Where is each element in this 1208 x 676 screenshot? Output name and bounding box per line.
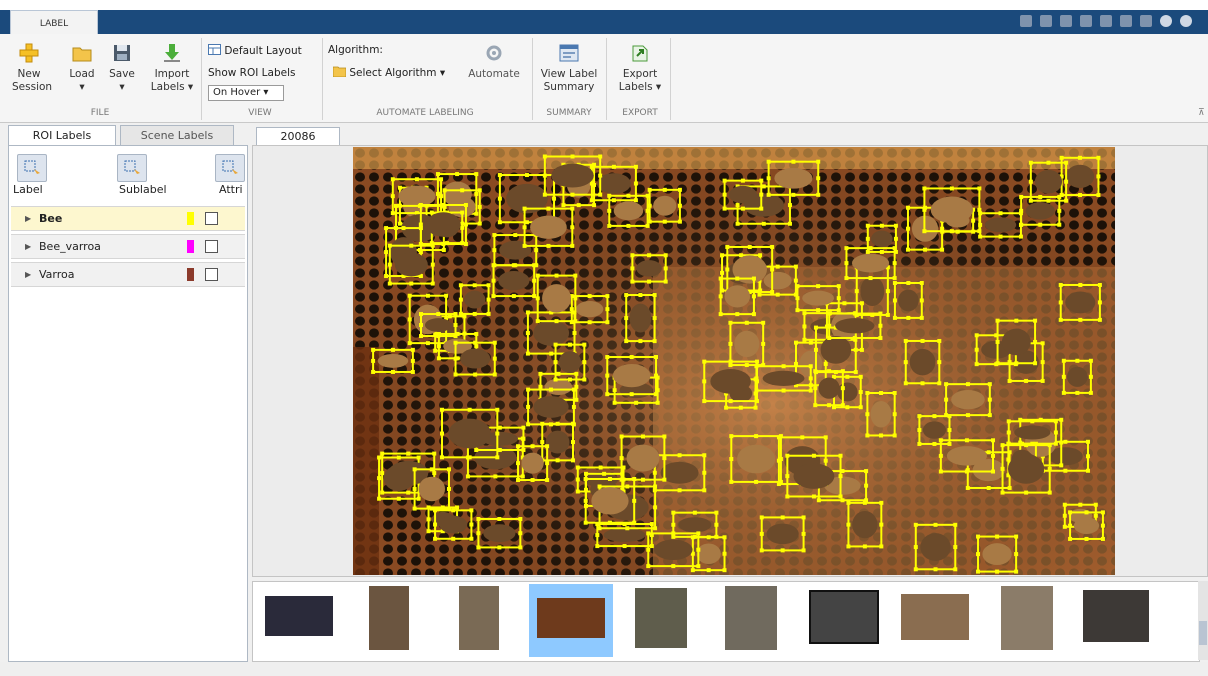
quick-access-switch-icon[interactable]	[1140, 15, 1152, 27]
export-icon	[632, 45, 648, 62]
labeled-image[interactable]	[353, 147, 1115, 575]
add-sublabel-button[interactable]	[117, 154, 147, 182]
select-algorithm-dropdown[interactable]: Select Algorithm ▾	[332, 66, 445, 79]
label-icon	[24, 160, 40, 174]
plus-icon	[19, 43, 39, 63]
label-name: Varroa	[39, 268, 75, 281]
divider	[606, 38, 607, 120]
section-file: FILE	[90, 108, 110, 118]
label-name: Bee	[39, 212, 63, 225]
default-layout-button[interactable]: Default Layout	[208, 44, 302, 57]
thumbnail[interactable]	[725, 586, 777, 650]
divider	[670, 38, 671, 120]
thumbnail[interactable]	[1083, 590, 1149, 642]
show-roi-labels-label: Show ROI Labels	[208, 67, 296, 79]
label-row[interactable]: ▶ Bee_varroa	[11, 234, 245, 259]
import-labels-button[interactable]: Import Labels ▾	[150, 42, 194, 94]
folder-icon	[72, 47, 92, 62]
divider	[201, 38, 202, 120]
filmstrip	[252, 581, 1200, 662]
thumbnail[interactable]	[809, 590, 879, 644]
quick-access-save-icon[interactable]	[1020, 15, 1032, 27]
expand-triangle-icon[interactable]: ▶	[25, 263, 31, 286]
quick-access-undo-icon[interactable]	[1100, 15, 1112, 27]
sublabel-icon	[124, 160, 140, 174]
tab-label[interactable]: LABEL	[10, 10, 98, 37]
automate-button[interactable]: Automate	[466, 42, 522, 81]
new-session-button[interactable]: New Session	[12, 42, 52, 94]
label-checkbox[interactable]	[205, 212, 218, 225]
automate-gear-icon	[486, 45, 502, 61]
add-label-button[interactable]	[17, 154, 47, 182]
title-bar: LABEL	[0, 0, 1208, 37]
expand-triangle-icon[interactable]: ▶	[25, 235, 31, 258]
status-bar	[0, 662, 1208, 676]
thumbnail[interactable]	[1001, 586, 1053, 650]
filmstrip-scrollbar[interactable]	[1198, 581, 1208, 660]
section-export: EXPORT	[622, 108, 658, 118]
disk-icon	[114, 45, 130, 61]
thumbnail[interactable]	[265, 596, 333, 636]
section-summary: SUMMARY	[546, 108, 592, 118]
left-panel-tabs: ROI Labels Scene Labels	[8, 125, 245, 146]
label-name: Bee_varroa	[39, 240, 101, 253]
tab-scene-labels[interactable]: Scene Labels	[120, 125, 234, 146]
settings-icon[interactable]	[1180, 15, 1192, 27]
label-checkbox[interactable]	[205, 240, 218, 253]
summary-window-icon	[559, 44, 579, 62]
layout-icon	[208, 44, 221, 55]
quick-access-cut-icon[interactable]	[1040, 15, 1052, 27]
toolstrip: New Session Load ▾ Save ▾ Import Labels …	[0, 34, 1208, 123]
sublabel-button-caption: Sublabel	[119, 183, 167, 196]
section-automate-labeling: AUTOMATE LABELING	[376, 108, 474, 118]
collapse-toolstrip-icon[interactable]: ⊼	[1198, 108, 1205, 118]
thumbnail[interactable]	[901, 594, 969, 640]
export-labels-button[interactable]: Export Labels ▾	[614, 42, 666, 94]
expand-triangle-icon[interactable]: ▶	[25, 207, 31, 230]
label-color-swatch	[187, 268, 194, 281]
scrollbar-thumb[interactable]	[1199, 621, 1207, 645]
save-button[interactable]: Save ▾	[108, 42, 136, 94]
attribute-button-caption: Attri	[219, 183, 243, 196]
add-attribute-button[interactable]	[215, 154, 245, 182]
attribute-icon	[222, 160, 238, 174]
divider	[532, 38, 533, 120]
quick-access-redo-icon[interactable]	[1120, 15, 1132, 27]
label-row[interactable]: ▶ Bee	[11, 206, 245, 231]
view-label-summary-button[interactable]: View Label Summary	[536, 42, 602, 94]
label-row[interactable]: ▶ Varroa	[11, 262, 245, 287]
section-view: VIEW	[248, 108, 272, 118]
label-checkbox[interactable]	[205, 268, 218, 281]
label-button-caption: Label	[13, 183, 43, 196]
tab-roi-labels[interactable]: ROI Labels	[8, 125, 116, 146]
thumbnail[interactable]	[537, 598, 605, 638]
divider	[322, 38, 323, 120]
thumbnail[interactable]	[459, 586, 499, 650]
label-color-swatch	[187, 212, 194, 225]
help-icon[interactable]	[1160, 15, 1172, 27]
thumbnail[interactable]	[635, 588, 687, 648]
thumbnail[interactable]	[369, 586, 409, 650]
quick-access-paste-icon[interactable]	[1080, 15, 1092, 27]
roi-labels-dropdown[interactable]: On Hover ▾	[208, 85, 284, 101]
document-tab[interactable]: 20086	[256, 127, 340, 146]
algorithm-label: Algorithm:	[328, 44, 383, 56]
folder-icon	[332, 66, 347, 78]
import-arrow-icon	[164, 44, 180, 62]
label-color-swatch	[187, 240, 194, 253]
load-button[interactable]: Load ▾	[68, 42, 96, 94]
quick-access-copy-icon[interactable]	[1060, 15, 1072, 27]
roi-labels-panel: Label Sublabel Attri ▶ Bee ▶ Bee_varroa ▶ Var…	[8, 145, 248, 662]
